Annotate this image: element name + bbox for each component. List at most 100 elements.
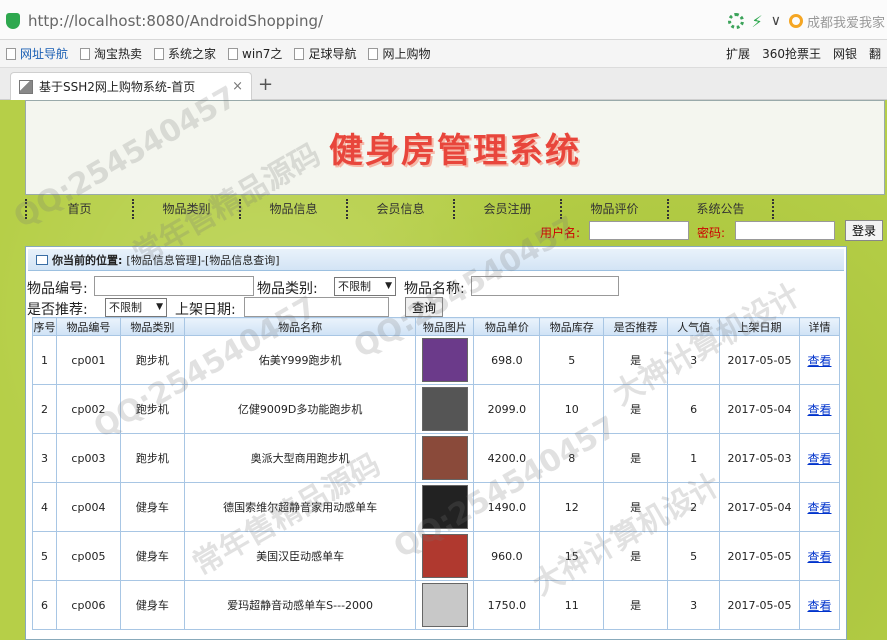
col-header: 物品库存 [539,317,605,336]
gear-icon[interactable] [727,13,744,29]
view-detail-link[interactable]: 查看 [807,354,831,368]
table-cell: 960.0 [473,531,541,581]
table-cell: 1 [667,433,721,483]
bookmark-bank[interactable]: 网银 [827,45,863,62]
goods-thumbnail [421,387,468,431]
nav-goods[interactable]: 物品信息 [239,199,346,219]
chevron-down-icon[interactable]: ∨ [771,13,781,29]
bookmark-label: 淘宝热卖 [94,47,143,61]
goods-thumbnail [421,583,468,627]
table-cell: 1750.0 [473,580,541,630]
search-row-2: 是否推荐: 不限制 上架日期: 查询 [26,296,846,318]
goods-image-cell [415,482,475,532]
nav-notices[interactable]: 系统公告 [667,199,774,219]
code-label: 物品编号: [27,281,88,297]
table-cell: 2017-05-03 [719,433,800,483]
nav-members[interactable]: 会员信息 [346,199,453,219]
table-cell: 6 [667,384,721,434]
table-cell: 2017-05-05 [719,580,800,630]
bookmark-label: 360抢票王 [762,47,821,61]
page-icon [6,47,16,60]
site-title: 健身房管理系统 [329,131,581,171]
table-cell: 3 [667,580,721,630]
bookmark-ticket[interactable]: 360抢票王 [756,45,827,62]
tab-home[interactable]: 基于SSH2网上购物系统-首页 × [10,72,252,100]
view-detail-link[interactable]: 查看 [807,403,831,417]
new-tab-button[interactable]: + [258,74,273,95]
search-box[interactable]: 成都我爱我家 [788,12,885,31]
page-icon [228,47,239,60]
bookmark-extensions[interactable]: 扩展 [720,45,756,62]
col-header: 人气值 [667,317,721,336]
table-cell: cp005 [55,531,121,581]
shield-icon [6,13,20,29]
username-field[interactable] [589,221,689,240]
bookmark-2[interactable]: 系统之家 [148,45,222,62]
bookmark-1[interactable]: 淘宝热卖 [74,45,148,62]
view-detail-link[interactable]: 查看 [807,599,831,613]
col-header: 是否推荐 [603,317,669,336]
goods-thumbnail [421,534,468,578]
breadcrumb-path: [物品信息管理]-[物品信息查询] [126,253,280,267]
name-field[interactable] [471,276,619,296]
login-button[interactable]: 登录 [845,220,883,241]
url-field[interactable]: http://localhost:8080/AndroidShopping/ [28,12,323,30]
col-header: 物品编号 [55,317,121,336]
detail-cell: 查看 [798,531,841,581]
col-header: 序号 [32,317,57,336]
bookmark-label: 翻 [868,47,881,61]
goods-thumbnail [421,485,468,529]
nav-register[interactable]: 会员注册 [453,199,560,219]
bookmark-0[interactable]: 网址导航 [0,45,74,62]
table-cell: 10 [539,384,605,434]
favicon-icon [19,79,33,94]
table-cell: 是 [603,433,669,483]
table-cell: 12 [539,482,605,532]
bookmark-label: 网银 [832,47,857,61]
name-label: 物品名称: [404,281,465,297]
bookmark-translate[interactable]: 翻 [863,45,887,62]
detail-cell: 查看 [798,580,841,630]
table-cell: 爱玛超静音动感单车S---2000 [183,580,417,630]
recommend-select[interactable]: 不限制 [105,298,167,317]
bolt-icon[interactable]: ⚡ [752,12,763,31]
table-cell: 11 [539,580,605,630]
goods-image-cell [415,335,475,385]
code-field[interactable] [94,276,254,296]
view-detail-link[interactable]: 查看 [807,452,831,466]
bookmark-5[interactable]: 网上购物 [362,45,436,62]
table-cell: 698.0 [473,335,541,385]
breadcrumb-label: 你当前的位置: [52,253,123,267]
bookmark-4[interactable]: 足球导航 [288,45,362,62]
table-cell: 2017-05-04 [719,482,800,532]
table-cell: 2 [667,482,721,532]
close-icon[interactable]: × [232,79,243,94]
main-nav: 首页 物品类别 物品信息 会员信息 会员注册 物品评价 系统公告 [25,199,785,219]
table-cell: 2 [32,384,57,434]
table-row: 6 cp006 健身车 爱玛超静音动感单车S---2000 1750.0 11 是 3 2017… [32,580,841,630]
search-row-1: 物品编号: 物品类别: 不限制 物品名称: [26,275,846,297]
password-field[interactable] [735,221,835,240]
nav-home[interactable]: 首页 [25,199,132,219]
query-button[interactable]: 查询 [405,297,443,317]
view-detail-link[interactable]: 查看 [807,501,831,515]
table-row: 3 cp003 跑步机 奥派大型商用跑步机 4200.0 8 是 1 2017-05-03 查看 [32,433,841,483]
col-header: 物品类别 [119,317,185,336]
table-cell: 亿健9009D多功能跑步机 [183,384,417,434]
table-cell: 2099.0 [473,384,541,434]
table-cell: 15 [539,531,605,581]
table-cell: cp002 [55,384,121,434]
nav-categories[interactable]: 物品类别 [132,199,239,219]
category-select[interactable]: 不限制 [334,277,396,296]
table-cell: cp006 [55,580,121,630]
nav-reviews[interactable]: 物品评价 [560,199,667,219]
table-cell: cp001 [55,335,121,385]
goods-table: 序号 物品编号 物品类别 物品名称 物品图片 物品单价 物品库存 是否推荐 人气… [32,317,841,630]
bookmark-label: 网址导航 [20,47,69,61]
table-row: 2 cp002 跑步机 亿健9009D多功能跑步机 2099.0 10 是 6 2017-05-… [32,384,841,434]
view-detail-link[interactable]: 查看 [807,550,831,564]
table-row: 4 cp004 健身车 德国索维尔超静音家用动感单车 1490.0 12 是 2 2017-05… [32,482,841,532]
bookmark-3[interactable]: win7之 [222,45,288,62]
table-cell: 3 [667,335,721,385]
date-field[interactable] [244,297,389,317]
